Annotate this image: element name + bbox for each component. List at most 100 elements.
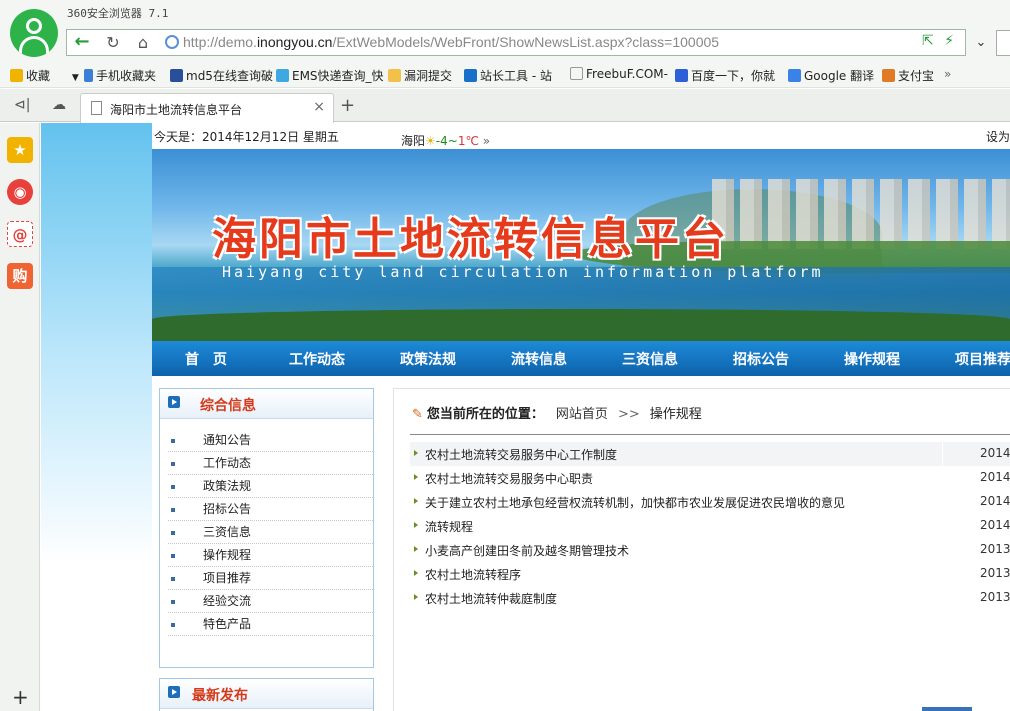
list-item[interactable]: 农村土地流转交易服务中心工作制度 2014-	[410, 442, 1010, 466]
bullet-icon	[171, 600, 175, 604]
nav-transfer-info[interactable]: 流转信息	[511, 349, 567, 369]
sidebar-toggle-icon[interactable]: ⊲|	[14, 97, 30, 113]
bookmark-baidu[interactable]: 百度一下，你就	[675, 67, 775, 84]
url-text[interactable]: http://demo.inongyou.cn/ExtWebModels/Web…	[183, 34, 719, 50]
sidebar-item-label[interactable]: 工作动态	[203, 454, 251, 471]
panel-arrow-icon	[168, 686, 180, 698]
news-title[interactable]: 农村土地流转交易服务中心职责	[425, 470, 593, 487]
nav-home[interactable]: 首 页	[185, 349, 227, 369]
translate-icon	[788, 69, 801, 82]
latest-panel: 最新发布	[159, 678, 374, 711]
news-title[interactable]: 关于建立农村土地承包经营权流转机制，加快都市农业发展促进农民增收的意见	[425, 494, 845, 511]
nav-work-news[interactable]: 工作动态	[289, 349, 345, 369]
bookmark-freebuf[interactable]: FreebuF.COM-	[570, 67, 668, 81]
sidebar-item[interactable]: 经验交流	[168, 590, 373, 613]
favorites-star-icon[interactable]: ★	[7, 137, 33, 163]
content-panel: ✎ 您当前所在的位置： 网站首页 >> 操作规程 农村土地流转交易服务中心工作制度 201…	[393, 388, 1010, 711]
shopping-icon[interactable]: 购	[7, 263, 33, 289]
list-item[interactable]: 关于建立农村土地承包经营权流转机制，加快都市农业发展促进农民增收的意见 2014-	[410, 490, 1010, 514]
bookmark-ems[interactable]: EMS快递查询_快	[276, 67, 384, 84]
bookmarks-bar: 收藏 ▼ 手机收藏夹 md5在线查询破 EMS快递查询_快 漏洞提交 站长工具 …	[0, 62, 1010, 88]
sidebar-item-label[interactable]: 特色产品	[203, 615, 251, 632]
bookmark-md5[interactable]: md5在线查询破	[170, 67, 273, 84]
nav-tender[interactable]: 招标公告	[733, 349, 789, 369]
sidebar-item[interactable]: 三资信息	[168, 521, 373, 544]
add-sidebar-icon[interactable]: +	[12, 685, 29, 709]
chevron-down-icon[interactable]: ⌄	[970, 30, 992, 56]
caret-down-icon[interactable]: ▼	[72, 73, 79, 83]
news-list: 农村土地流转交易服务中心工作制度 2014- 农村土地流转交易服务中心职责 2014…	[410, 442, 1010, 610]
arrow-bullet-icon	[414, 546, 418, 552]
bookmark-favorites[interactable]: 收藏 ▼	[10, 67, 79, 84]
refresh-icon[interactable]: ↻	[101, 32, 125, 54]
close-icon[interactable]: ×	[313, 99, 325, 115]
lightning-icon[interactable]: ⚡	[944, 33, 954, 49]
breadcrumb-current: 操作规程	[649, 407, 702, 422]
sidebar-item-label[interactable]: 经验交流	[203, 592, 251, 609]
site-topbar: 今天是：2014年12月12日 星期五 海阳☀-4~1℃ » 设为	[152, 123, 1010, 149]
toolbar-overflow[interactable]	[996, 30, 1010, 56]
home-icon[interactable]: ⌂	[131, 32, 155, 54]
share-icon[interactable]: ⇱	[922, 33, 934, 49]
sidebar-item-label[interactable]: 通知公告	[203, 431, 251, 448]
sidebar-item[interactable]: 工作动态	[168, 452, 373, 475]
weather-sep: ~	[447, 134, 458, 148]
breadcrumb-home-link[interactable]: 网站首页	[556, 407, 608, 422]
browser-sidebar: ★ ◉ @ 购 +	[0, 123, 40, 711]
back-arrow-icon[interactable]: ←	[70, 31, 94, 54]
app-title: 360安全浏览器 7.1	[67, 7, 169, 20]
bookmark-webmaster[interactable]: 站长工具 - 站	[464, 67, 552, 84]
sidebar-item[interactable]: 操作规程	[168, 544, 373, 567]
news-title[interactable]: 小麦高产创建田冬前及越冬期管理技术	[425, 542, 629, 559]
set-homepage-link[interactable]: 设为	[986, 128, 1010, 145]
bookmark-mobile[interactable]: 手机收藏夹	[84, 67, 156, 84]
news-title[interactable]: 农村土地流转仲裁庭制度	[425, 590, 557, 607]
scroll-indicator[interactable]	[922, 707, 972, 711]
nav-projects[interactable]: 项目推荐	[955, 349, 1010, 369]
weather-widget[interactable]: 海阳☀-4~1℃ »	[401, 132, 490, 149]
sidebar-item-label[interactable]: 招标公告	[203, 500, 251, 517]
page-gradient-background	[41, 123, 152, 711]
sidebar-item[interactable]: 政策法规	[168, 475, 373, 498]
arrow-bullet-icon	[414, 474, 418, 480]
bookmark-google-translate[interactable]: Google 翻译	[788, 67, 874, 84]
news-date: 2013-	[980, 542, 1010, 556]
nav-procedures[interactable]: 操作规程	[844, 349, 900, 369]
banner-land	[152, 309, 1010, 341]
bullet-icon	[171, 508, 175, 512]
bullet-icon	[171, 439, 175, 443]
sidebar-item-label[interactable]: 项目推荐	[203, 569, 251, 586]
sidebar-item[interactable]: 招标公告	[168, 498, 373, 521]
bullet-icon	[171, 485, 175, 489]
email-icon[interactable]: @	[7, 221, 33, 247]
list-item[interactable]: 农村土地流转交易服务中心职责 2014-	[410, 466, 1010, 490]
weibo-icon[interactable]: ◉	[7, 179, 33, 205]
new-tab-icon[interactable]: +	[340, 95, 355, 116]
sidebar-item-label[interactable]: 政策法规	[203, 477, 251, 494]
news-title[interactable]: 农村土地流转交易服务中心工作制度	[425, 446, 617, 463]
sidebar-item[interactable]: 通知公告	[168, 429, 373, 452]
sidebar-item[interactable]: 特色产品	[168, 613, 373, 636]
nav-three-assets[interactable]: 三资信息	[622, 349, 678, 369]
sidebar-item-label[interactable]: 操作规程	[203, 546, 251, 563]
list-item[interactable]: 流转规程 2014-	[410, 514, 1010, 538]
news-title[interactable]: 流转规程	[425, 518, 473, 535]
latest-panel-header: 最新发布	[160, 679, 373, 709]
nav-policy[interactable]: 政策法规	[400, 349, 456, 369]
more-bookmarks-icon[interactable]: »	[944, 67, 951, 81]
alipay-icon	[882, 69, 895, 82]
list-item[interactable]: 农村土地流转仲裁庭制度 2013-	[410, 586, 1010, 610]
list-item[interactable]: 农村土地流转程序 2013-	[410, 562, 1010, 586]
tab-active[interactable]: 海阳市土地流转信息平台 ×	[80, 93, 334, 123]
news-title[interactable]: 农村土地流转程序	[425, 566, 521, 583]
sidebar-item-label[interactable]: 三资信息	[203, 523, 251, 540]
news-date: 2014-	[980, 446, 1010, 460]
sidebar-item[interactable]: 项目推荐	[168, 567, 373, 590]
user-avatar-icon[interactable]	[10, 9, 58, 57]
list-item[interactable]: 小麦高产创建田冬前及越冬期管理技术 2013-	[410, 538, 1010, 562]
sidebar-panel: 综合信息 通知公告 工作动态 政策法规 招标公告 三资信息 操作规程 项目推荐 …	[159, 388, 374, 668]
weather-more-icon[interactable]: »	[483, 134, 490, 148]
bookmark-bug-submit[interactable]: 漏洞提交	[388, 67, 452, 84]
bookmark-alipay[interactable]: 支付宝	[882, 67, 934, 84]
cloud-icon[interactable]: ☁	[52, 97, 66, 113]
